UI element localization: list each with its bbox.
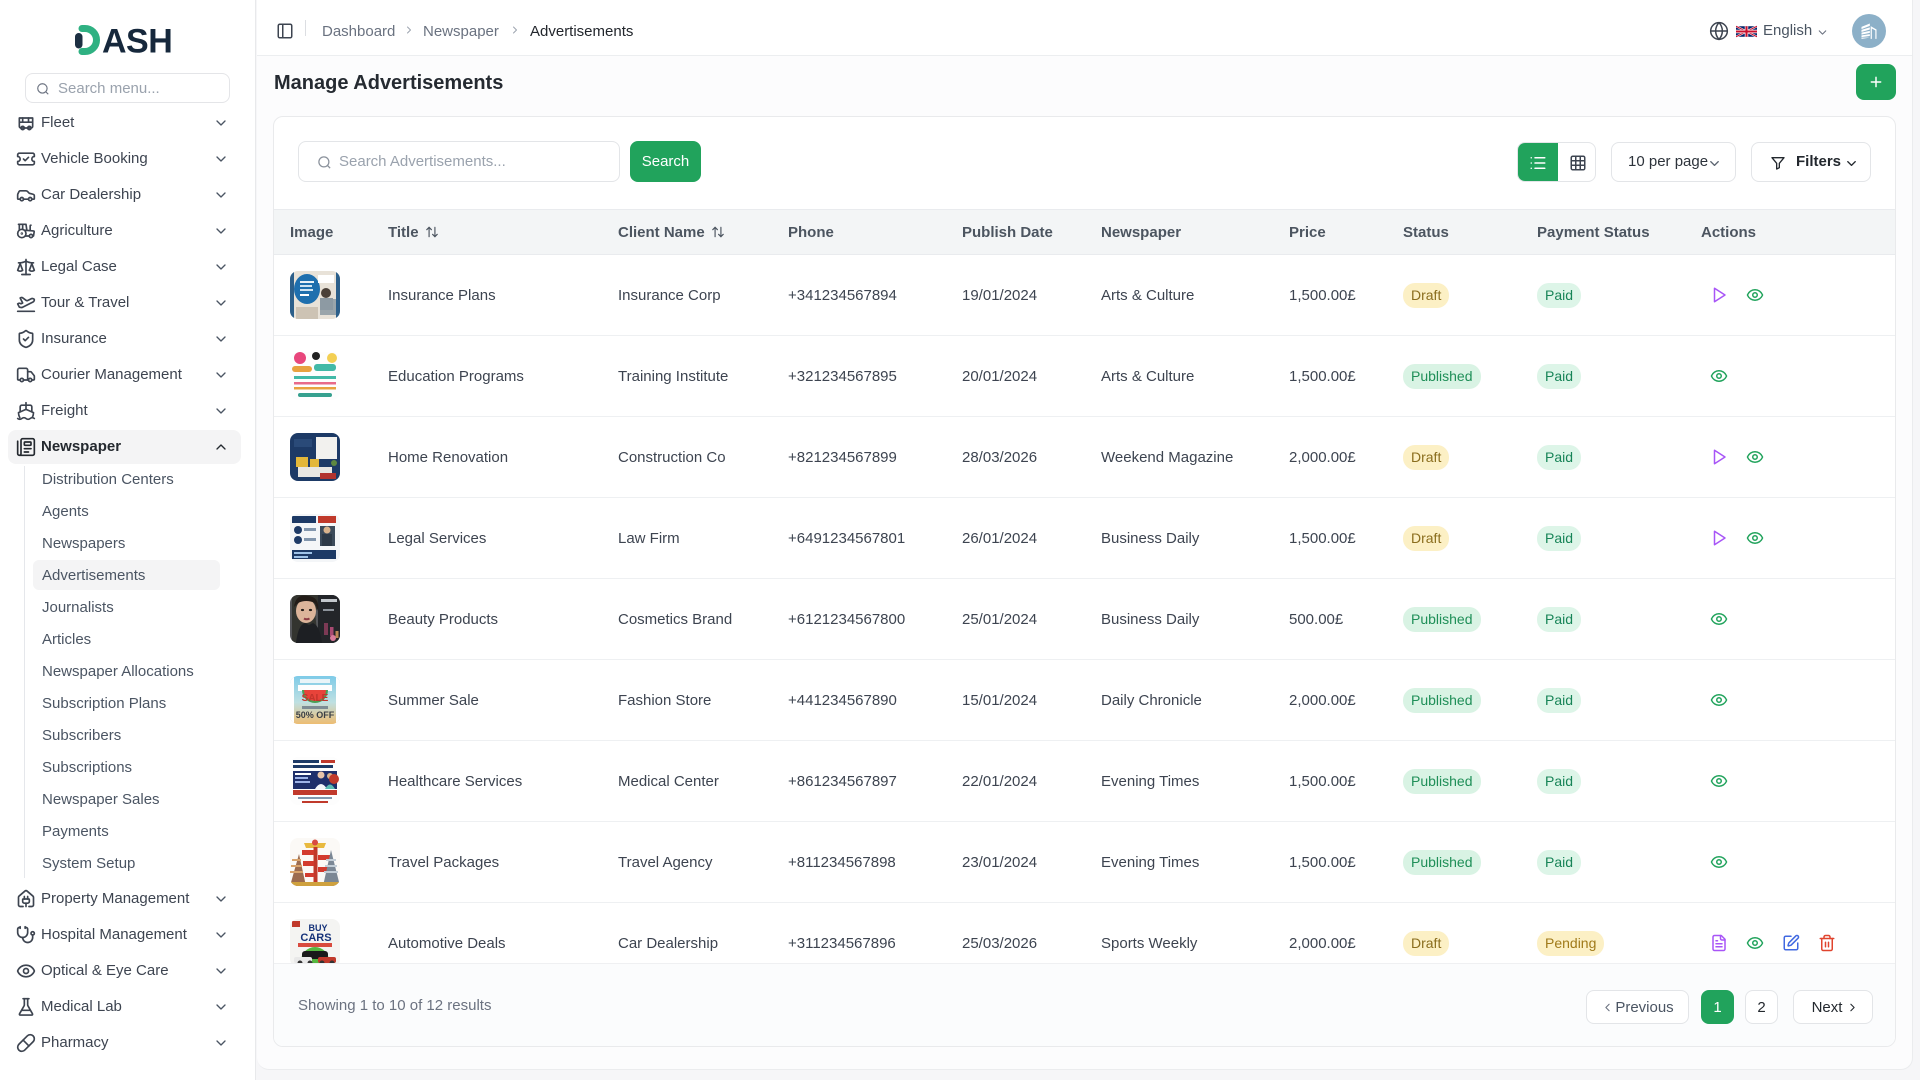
svg-text:50% OFF: 50% OFF [296,710,335,720]
svg-text:ASH: ASH [102,23,172,59]
svg-text:SALE: SALE [302,693,329,704]
svg-text:CARS: CARS [300,932,331,944]
